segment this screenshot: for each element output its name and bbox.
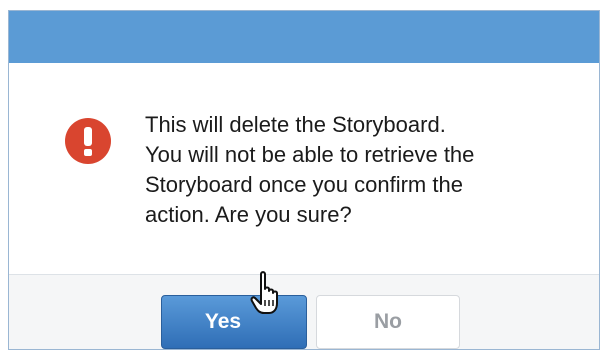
message-line: This will delete the Storyboard. [145, 112, 446, 137]
exclamation-circle-icon [65, 118, 111, 164]
hand-pointer-icon [249, 270, 287, 316]
message-line: You will not be able to retrieve the [145, 142, 475, 167]
dialog-titlebar [9, 11, 599, 63]
yes-button-label: Yes [204, 310, 242, 333]
no-button[interactable]: No [316, 295, 460, 349]
dialog-message: This will delete the Storyboard. You wil… [145, 110, 565, 230]
message-line: action. Are you sure? [145, 202, 352, 227]
message-line: Storyboard once you confirm the [145, 172, 463, 197]
no-button-label: No [374, 310, 402, 333]
dialog-body: This will delete the Storyboard. You wil… [9, 63, 599, 274]
dialog-footer: Yes No [9, 274, 599, 349]
confirm-delete-dialog: This will delete the Storyboard. You wil… [8, 10, 600, 350]
